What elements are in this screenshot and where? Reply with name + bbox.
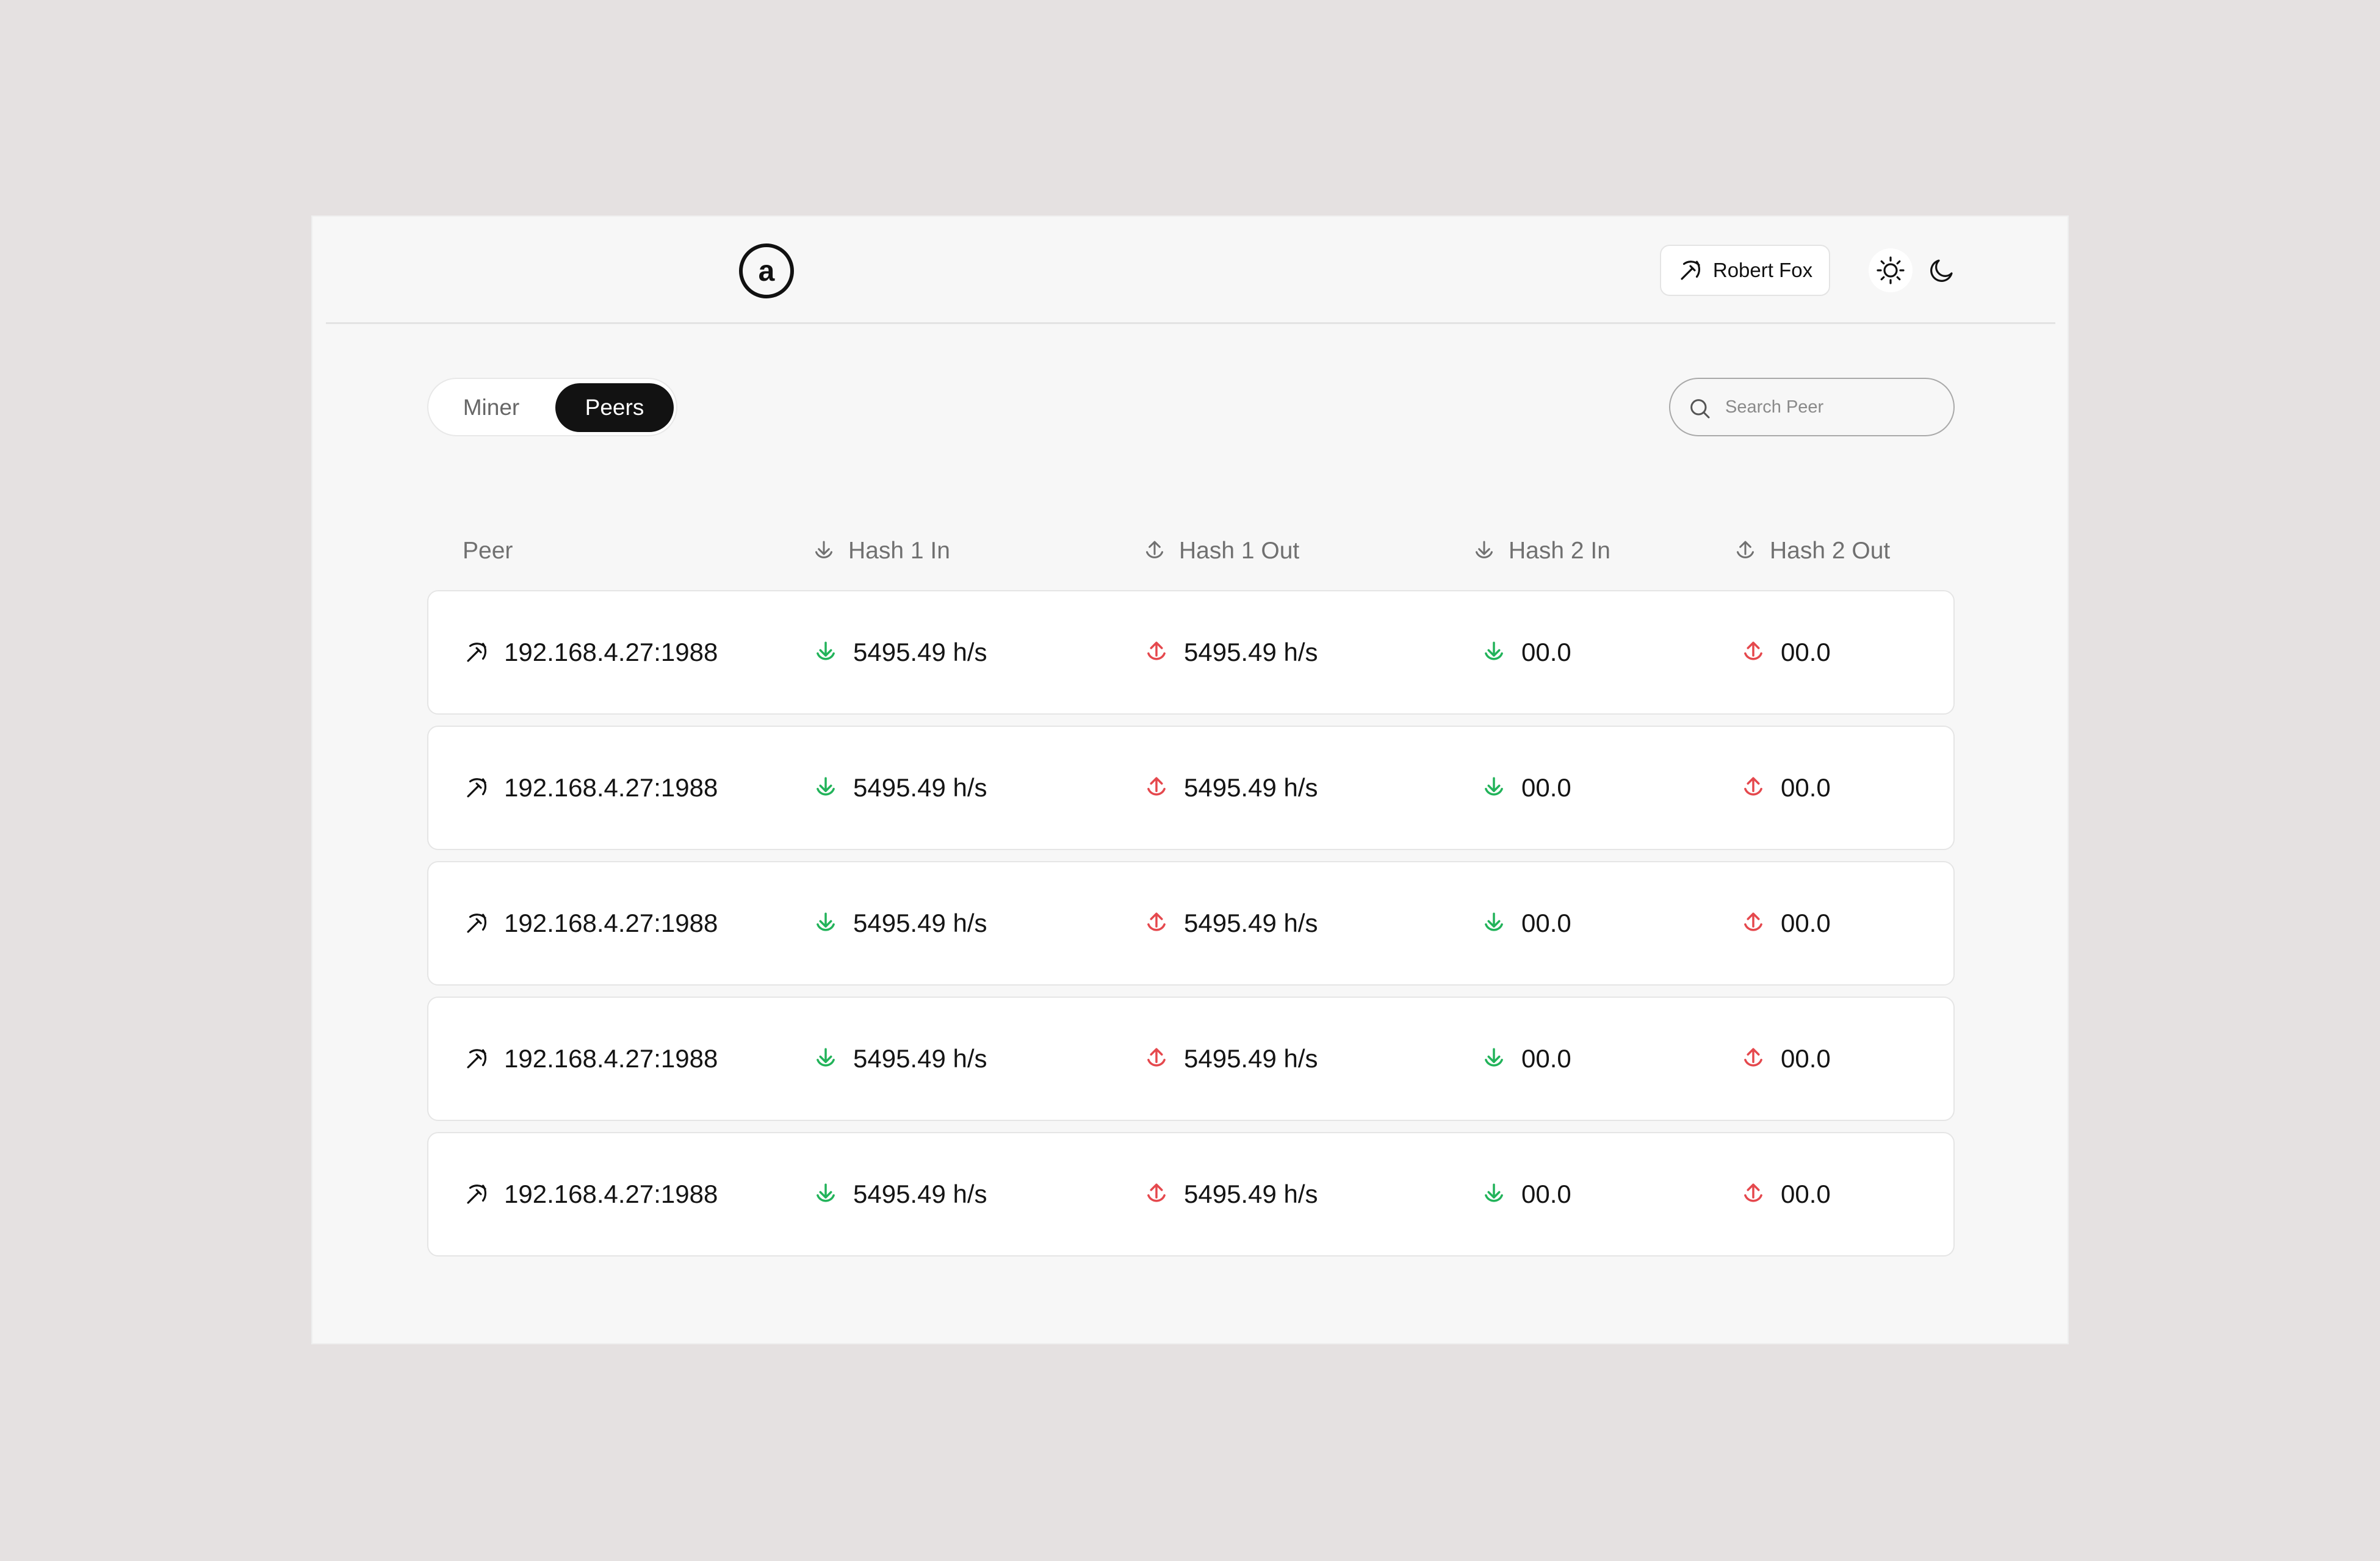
table-row[interactable]: 192.168.4.27:1988 5495.49 h/s 5495.49 h/… (427, 997, 1955, 1121)
pickaxe-icon (467, 1049, 487, 1069)
pickaxe-icon (1681, 261, 1700, 280)
view-tabs: Miner Peers (427, 378, 677, 436)
search-icon (1690, 399, 1710, 419)
pickaxe-icon (467, 643, 487, 662)
search-box (1669, 378, 1955, 436)
hash2-in-cell: 00.0 (1481, 862, 1571, 984)
svg-text:a: a (759, 255, 775, 287)
upload-icon (1147, 1048, 1166, 1067)
table-row[interactable]: 192.168.4.27:1988 5495.49 h/s 5495.49 h/… (427, 861, 1955, 986)
sun-icon (1877, 256, 1905, 284)
dark-theme-button[interactable] (1920, 248, 1964, 292)
peer-cell: 192.168.4.27:1988 (464, 998, 718, 1120)
moon-icon (1930, 259, 1953, 282)
pickaxe-icon (467, 1184, 487, 1204)
download-icon (1485, 641, 1503, 660)
download-icon (1485, 1048, 1503, 1067)
tab-miner[interactable]: Miner (433, 383, 549, 432)
peer-cell: 192.168.4.27:1988 (464, 1133, 718, 1255)
peer-cell: 192.168.4.27:1988 (464, 862, 718, 984)
hash2-in-cell: 00.0 (1481, 727, 1571, 849)
hash1-in-cell: 5495.49 h/s (813, 727, 987, 849)
hash1-in-cell: 5495.49 h/s (813, 591, 987, 713)
hash2-in-cell: 00.0 (1481, 1133, 1571, 1255)
app-window: a Robert Fox Miner Peers Search Peer Pee… (311, 215, 2069, 1344)
download-icon (1485, 912, 1503, 931)
upload-icon (1147, 641, 1166, 660)
upload-icon (1147, 1183, 1166, 1202)
peer-cell: 192.168.4.27:1988 (464, 727, 718, 849)
light-theme-button[interactable] (1869, 248, 1913, 292)
table-row[interactable]: 192.168.4.27:1988 5495.49 h/s 5495.49 h/… (427, 590, 1955, 715)
pickaxe-icon (467, 914, 487, 933)
hash1-out-cell: 5495.49 h/s (1144, 862, 1318, 984)
download-icon (1476, 541, 1493, 558)
peer-list: 192.168.4.27:1988 5495.49 h/s 5495.49 h/… (427, 590, 1955, 1267)
hash1-in-cell: 5495.49 h/s (813, 1133, 987, 1255)
download-icon (1485, 1183, 1503, 1202)
upload-icon (1146, 541, 1163, 558)
column-header-hash1-in[interactable]: Hash 1 In (812, 521, 950, 582)
upload-icon (1147, 912, 1166, 931)
logo[interactable]: a (738, 243, 795, 299)
hash1-in-cell: 5495.49 h/s (813, 998, 987, 1120)
table-row[interactable]: 192.168.4.27:1988 5495.49 h/s 5495.49 h/… (427, 1132, 1955, 1256)
top-bar: a Robert Fox (326, 217, 2055, 324)
upload-icon (1147, 777, 1166, 796)
column-header-peer[interactable]: Peer (463, 521, 513, 582)
peer-cell: 192.168.4.27:1988 (464, 591, 718, 713)
hash1-out-cell: 5495.49 h/s (1144, 1133, 1318, 1255)
hash2-out-cell: 00.0 (1740, 591, 1831, 713)
upload-icon (1744, 1183, 1762, 1202)
download-icon (817, 1183, 835, 1202)
column-header-hash2-out[interactable]: Hash 2 Out (1733, 521, 1890, 582)
column-header-hash2-in[interactable]: Hash 2 In (1472, 521, 1610, 582)
hash2-out-cell: 00.0 (1740, 998, 1831, 1120)
hash2-in-cell: 00.0 (1481, 998, 1571, 1120)
hash2-out-cell: 00.0 (1740, 1133, 1831, 1255)
hash1-out-cell: 5495.49 h/s (1144, 998, 1318, 1120)
user-name: Robert Fox (1712, 259, 1813, 281)
user-button[interactable]: Robert Fox (1660, 245, 1830, 296)
search-input[interactable] (1725, 390, 1939, 424)
hash1-out-cell: 5495.49 h/s (1144, 591, 1318, 713)
download-icon (1485, 777, 1503, 796)
upload-icon (1744, 777, 1762, 796)
download-icon (817, 1048, 835, 1067)
tab-peers[interactable]: Peers (555, 383, 674, 432)
download-icon (817, 777, 835, 796)
upload-icon (1744, 1048, 1762, 1067)
hash2-out-cell: 00.0 (1740, 727, 1831, 849)
table-header: Peer Hash 1 In Hash 1 Out Hash 2 In Hash… (427, 521, 1955, 582)
download-icon (817, 912, 835, 931)
upload-icon (1744, 912, 1762, 931)
download-icon (815, 541, 832, 558)
table-row[interactable]: 192.168.4.27:1988 5495.49 h/s 5495.49 h/… (427, 726, 1955, 850)
upload-icon (1737, 541, 1754, 558)
column-header-hash1-out[interactable]: Hash 1 Out (1142, 521, 1299, 582)
download-icon (817, 641, 835, 660)
hash2-in-cell: 00.0 (1481, 591, 1571, 713)
logo-icon: a (739, 243, 794, 298)
upload-icon (1744, 641, 1762, 660)
hash1-in-cell: 5495.49 h/s (813, 862, 987, 984)
hash1-out-cell: 5495.49 h/s (1144, 727, 1318, 849)
pickaxe-icon (467, 778, 487, 798)
hash2-out-cell: 00.0 (1740, 862, 1831, 984)
